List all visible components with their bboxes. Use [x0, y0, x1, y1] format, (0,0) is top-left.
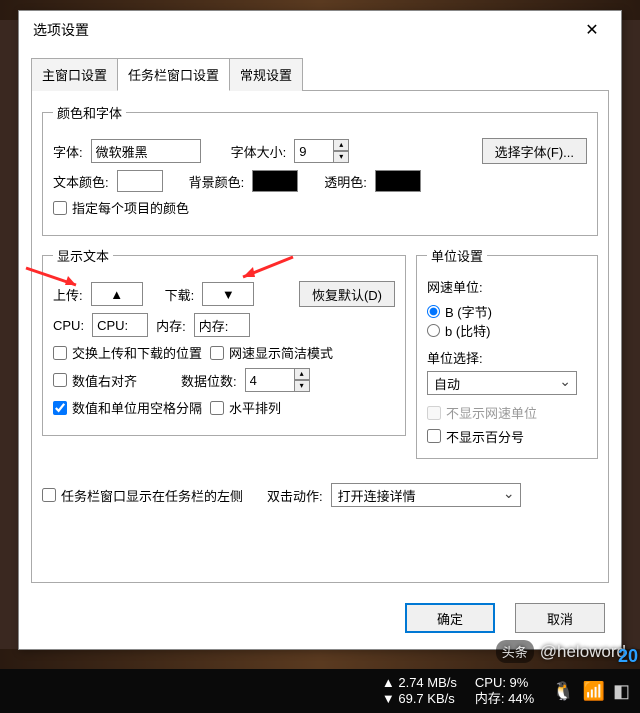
- mem-label: 内存:: [156, 316, 186, 335]
- font-size-spinner[interactable]: ▴▾: [294, 139, 349, 163]
- digits-input[interactable]: [245, 368, 295, 392]
- corner-number: 20: [618, 646, 638, 667]
- taskbar-cpu: CPU: 9%: [475, 675, 528, 691]
- tray-network-icon[interactable]: 📶: [583, 681, 605, 702]
- trans-color-swatch[interactable]: [375, 170, 421, 192]
- double-click-select[interactable]: 打开连接详情: [331, 483, 521, 507]
- font-label: 字体:: [53, 142, 83, 161]
- download-input[interactable]: [202, 282, 254, 306]
- restore-default-button[interactable]: 恢复默认(D): [299, 281, 395, 307]
- tab-strip: 主窗口设置 任务栏窗口设置 常规设置: [31, 57, 609, 91]
- bg-color-swatch[interactable]: [252, 170, 298, 192]
- spin-up-icon[interactable]: ▴: [294, 368, 310, 380]
- tab-main-window[interactable]: 主窗口设置: [31, 58, 118, 91]
- cancel-button[interactable]: 取消: [515, 603, 605, 633]
- fieldset-display-text: 显示文本 上传: 下载: 恢复默认(D): [42, 246, 406, 436]
- upload-input[interactable]: [91, 282, 143, 306]
- text-color-label: 文本颜色:: [53, 172, 109, 191]
- digits-label: 数据位数:: [181, 371, 237, 390]
- close-icon[interactable]: ✕: [573, 15, 611, 45]
- watermark: 头条 @heloword: [496, 640, 626, 663]
- double-click-label: 双击动作:: [267, 486, 323, 505]
- spin-down-icon[interactable]: ▾: [294, 380, 310, 392]
- bg-color-label: 背景颜色:: [189, 172, 245, 191]
- taskbar-mem: 内存: 44%: [475, 691, 534, 707]
- space-separator-checkbox[interactable]: 数值和单位用空格分隔: [53, 398, 202, 417]
- tab-general[interactable]: 常规设置: [229, 58, 303, 91]
- trans-color-label: 透明色:: [324, 172, 367, 191]
- ok-button[interactable]: 确定: [405, 603, 495, 633]
- fieldset-unit-settings: 单位设置 网速单位: B (字节) b (比特) 单位选择: 自动 不显示网速单…: [416, 246, 598, 459]
- taskbar-download: ▼ 69.7 KB/s: [382, 691, 455, 707]
- swap-upload-download-checkbox[interactable]: 交换上传和下载的位置: [53, 343, 202, 362]
- tab-panel: 颜色和字体 字体: 字体大小: ▴▾ 选择字体(F)... 文本颜色:: [31, 91, 609, 583]
- unit-bit-radio[interactable]: b (比特): [427, 321, 491, 340]
- cpu-input[interactable]: [92, 313, 148, 337]
- compact-netspeed-checkbox[interactable]: 网速显示简洁模式: [210, 343, 333, 362]
- font-size-label: 字体大小:: [231, 142, 287, 161]
- spin-down-icon[interactable]: ▾: [333, 151, 349, 163]
- tray-penguin-icon[interactable]: 🐧: [552, 681, 574, 702]
- unit-select-label: 单位选择:: [427, 348, 587, 367]
- download-label: 下载:: [165, 285, 195, 304]
- hide-net-unit-checkbox[interactable]: 不显示网速单位: [427, 403, 537, 422]
- horizontal-layout-checkbox[interactable]: 水平排列: [210, 398, 281, 417]
- spin-up-icon[interactable]: ▴: [333, 139, 349, 151]
- options-dialog: 选项设置 ✕ 主窗口设置 任务栏窗口设置 常规设置 颜色和字体 字体: 字体大小…: [18, 10, 622, 650]
- choose-font-button[interactable]: 选择字体(F)...: [482, 138, 587, 164]
- font-input[interactable]: [91, 139, 201, 163]
- legend-unit-settings: 单位设置: [427, 246, 487, 265]
- taskbar-sysinfo: CPU: 9% 内存: 44%: [475, 675, 534, 707]
- watermark-prefix: 头条: [496, 640, 534, 663]
- digits-spinner[interactable]: ▴▾: [245, 368, 310, 392]
- legend-display-text: 显示文本: [53, 246, 113, 265]
- taskbar: ▲ 2.74 MB/s ▼ 69.7 KB/s CPU: 9% 内存: 44% …: [0, 669, 640, 713]
- dialog-title: 选项设置: [33, 20, 89, 40]
- cpu-label: CPU:: [53, 318, 84, 333]
- per-item-color-checkbox[interactable]: 指定每个项目的颜色: [53, 198, 189, 217]
- unit-byte-radio[interactable]: B (字节): [427, 302, 492, 321]
- text-color-swatch[interactable]: [117, 170, 163, 192]
- watermark-handle: @heloword: [540, 642, 626, 662]
- upload-label: 上传:: [53, 285, 83, 304]
- taskbar-netspeed: ▲ 2.74 MB/s ▼ 69.7 KB/s: [382, 675, 457, 707]
- legend-color-font: 颜色和字体: [53, 103, 126, 122]
- taskbar-upload: ▲ 2.74 MB/s: [382, 675, 457, 691]
- fieldset-color-font: 颜色和字体 字体: 字体大小: ▴▾ 选择字体(F)... 文本颜色:: [42, 103, 598, 236]
- tab-taskbar-window[interactable]: 任务栏窗口设置: [117, 58, 230, 91]
- unit-select[interactable]: 自动: [427, 371, 577, 395]
- hide-percent-checkbox[interactable]: 不显示百分号: [427, 427, 524, 446]
- mem-input[interactable]: [194, 313, 250, 337]
- show-on-left-checkbox[interactable]: 任务栏窗口显示在任务栏的左侧: [42, 486, 243, 505]
- right-align-checkbox[interactable]: 数值右对齐: [53, 371, 137, 390]
- tray-app-icon[interactable]: ◧: [613, 681, 630, 702]
- font-size-input[interactable]: [294, 139, 334, 163]
- titlebar: 选项设置 ✕: [19, 11, 621, 49]
- net-unit-label: 网速单位:: [427, 277, 587, 296]
